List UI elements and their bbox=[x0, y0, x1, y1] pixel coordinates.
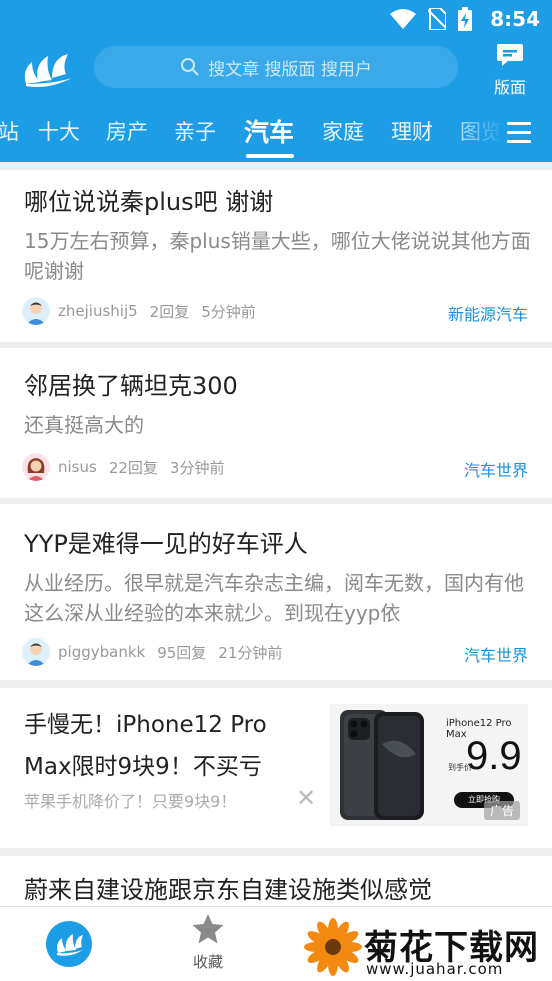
phone-image-icon bbox=[340, 710, 424, 820]
wifi-icon bbox=[390, 9, 416, 29]
favorites-tab[interactable]: 收藏 bbox=[180, 913, 236, 972]
category-tabs: 站 十大 房产 亲子 汽车 家庭 理财 图览 bbox=[0, 108, 552, 158]
tab-family[interactable]: 家庭 bbox=[322, 116, 364, 146]
search-bar[interactable]: 搜文章 搜版面 搜用户 bbox=[94, 46, 458, 88]
post-excerpt: 从业经历。很早就是汽车杂志主编，阅车无数，国内有他这么深从业经验的本来就少。到现… bbox=[24, 571, 524, 625]
ad-card[interactable]: 手慢无！iPhone12 Pro Max限时9块9！不买亏 苹果手机降价了！只要… bbox=[0, 688, 552, 848]
post-meta: zhejiushij5 2回复 5分钟前 bbox=[22, 296, 256, 326]
post-board-tag[interactable]: 汽车世界 bbox=[464, 457, 528, 481]
home-logo-icon bbox=[57, 934, 83, 956]
menu-icon[interactable] bbox=[507, 122, 531, 144]
search-placeholder: 搜文章 搜版面 搜用户 bbox=[208, 59, 372, 80]
home-tab[interactable] bbox=[46, 921, 92, 967]
ad-close-button[interactable]: ✕ bbox=[296, 784, 316, 812]
battery-charging-icon bbox=[458, 7, 472, 31]
tab-partial[interactable]: 站 bbox=[0, 116, 19, 146]
post-time: 5分钟前 bbox=[201, 302, 256, 321]
post-board-tag[interactable]: 汽车世界 bbox=[464, 642, 528, 666]
chat-board-icon bbox=[497, 44, 523, 66]
ad-subtitle: 苹果手机降价了！只要9块9！ bbox=[24, 792, 237, 811]
post-meta: piggybankk 95回复 21分钟前 bbox=[22, 637, 282, 667]
post-title: 蔚来自建设施跟京东自建设施类似感觉 bbox=[24, 876, 432, 904]
post-meta: nisus 22回复 3分钟前 bbox=[22, 452, 224, 482]
tab-parenting[interactable]: 亲子 bbox=[174, 116, 216, 146]
post-author[interactable]: nisus bbox=[58, 458, 97, 476]
tab-finance[interactable]: 理财 bbox=[391, 116, 433, 146]
post-author[interactable]: piggybankk bbox=[58, 643, 145, 661]
status-icons bbox=[390, 7, 472, 31]
post-excerpt: 还真挺高大的 bbox=[24, 413, 144, 437]
favorites-label: 收藏 bbox=[192, 953, 223, 971]
app-logo-icon[interactable] bbox=[22, 48, 76, 88]
status-bar: 8:54 bbox=[0, 0, 552, 38]
ad-price-label: 到手价 bbox=[448, 763, 472, 772]
post-title: YYP是难得一见的好车评人 bbox=[24, 530, 308, 558]
post-replies: 22回复 bbox=[108, 458, 158, 477]
post-replies: 95回复 bbox=[157, 643, 207, 662]
post-title: 邻居换了辆坦克300 bbox=[24, 372, 238, 400]
post-card[interactable]: 邻居换了辆坦克300 还真挺高大的 nisus 22回复 3分钟前 汽车世界 bbox=[0, 348, 552, 498]
post-replies: 2回复 bbox=[149, 302, 190, 321]
watermark: 菊花下载网 www.juahar.com bbox=[300, 918, 552, 981]
active-tab-indicator bbox=[246, 154, 294, 158]
ad-image[interactable]: iPhone12 Pro Max 9.9 到手价 立即抢购 广告 bbox=[330, 704, 528, 826]
post-time: 3分钟前 bbox=[169, 458, 225, 477]
post-title: 哪位说说秦plus吧 谢谢 bbox=[24, 188, 274, 216]
male-avatar-icon[interactable] bbox=[22, 638, 50, 666]
board-button[interactable]: 版面 bbox=[484, 42, 536, 97]
male-avatar-icon[interactable] bbox=[22, 297, 50, 325]
app-header: 8:54 搜文章 搜版面 搜用户 版面 站 十大 房产 亲子 汽车 家庭 理财 … bbox=[0, 0, 552, 162]
star-icon bbox=[192, 914, 224, 944]
ad-title: 手慢无！iPhone12 Pro Max限时9块9！不买亏 bbox=[24, 712, 267, 780]
tab-realestate[interactable]: 房产 bbox=[106, 116, 148, 146]
post-card[interactable]: YYP是难得一见的好车评人 从业经历。很早就是汽车杂志主编，阅车无数，国内有他这… bbox=[0, 504, 552, 680]
post-board-tag[interactable]: 新能源汽车 bbox=[448, 301, 528, 325]
flower-logo-icon bbox=[304, 918, 362, 976]
post-time: 21分钟前 bbox=[218, 643, 283, 662]
board-label: 版面 bbox=[493, 78, 526, 97]
post-excerpt: 15万左右预算，秦plus销量大些，哪位大佬说说其他方面呢谢谢 bbox=[24, 229, 531, 283]
ad-badge: 广告 bbox=[483, 801, 520, 820]
status-time: 8:54 bbox=[490, 7, 540, 31]
tab-fade-overlay bbox=[446, 108, 552, 158]
tab-top10[interactable]: 十大 bbox=[38, 116, 80, 146]
ad-price: 9.9 bbox=[466, 734, 522, 778]
tab-auto[interactable]: 汽车 bbox=[244, 113, 294, 149]
post-card[interactable]: 哪位说说秦plus吧 谢谢 15万左右预算，秦plus销量大些，哪位大佬说说其他… bbox=[0, 170, 552, 342]
no-sim-icon bbox=[428, 8, 446, 30]
female-avatar-icon[interactable] bbox=[22, 453, 50, 481]
search-icon bbox=[181, 58, 199, 76]
watermark-url: www.juahar.com bbox=[366, 960, 504, 978]
post-author[interactable]: zhejiushij5 bbox=[58, 302, 138, 320]
post-card[interactable]: 蔚来自建设施跟京东自建设施类似感觉 bbox=[0, 856, 552, 906]
